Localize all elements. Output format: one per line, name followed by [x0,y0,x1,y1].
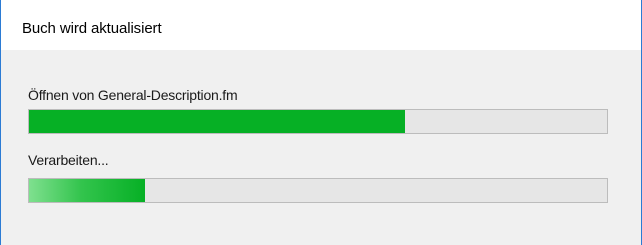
dialog-title: Buch wird aktualisiert [22,20,162,37]
dialog-titlebar[interactable]: Buch wird aktualisiert [1,0,641,50]
processing-progress-bar [28,178,608,203]
progress-dialog: Buch wird aktualisiert Öffnen von Genera… [0,0,642,245]
processing-progress-label: Verarbeiten... [28,152,109,168]
file-progress-label: Öffnen von General-Description.fm [28,87,238,103]
processing-progress-fill [29,179,145,202]
file-progress-bar [28,109,608,134]
file-progress-fill [29,110,405,133]
